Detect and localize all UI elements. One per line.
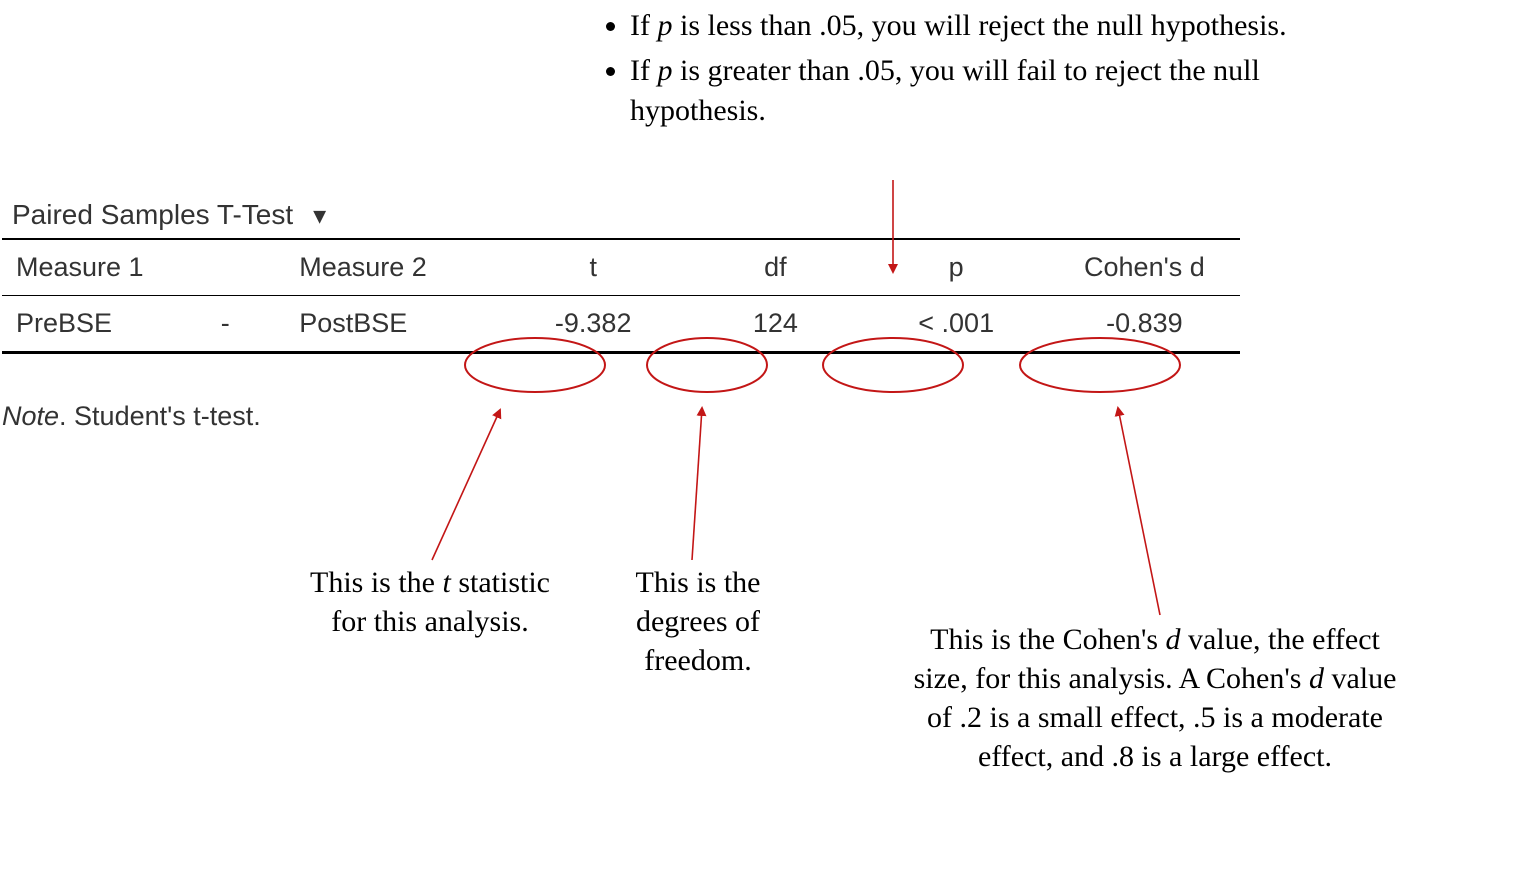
table-header-row: Measure 1 Measure 2 t df p Cohen's d (2, 239, 1240, 296)
header-cohend: Cohen's d (1045, 239, 1240, 296)
cell-dash: - (207, 296, 285, 353)
annotation-degrees-of-freedom: This is the degrees of freedom. (593, 563, 803, 680)
header-t: t (499, 239, 683, 296)
annotation-t-statistic: This is the t statistic for this analysi… (300, 563, 560, 641)
p-value-rules: If p is less than .05, you will reject t… (590, 6, 1290, 136)
cell-p: < .001 (864, 296, 1045, 353)
table-row: PreBSE - PostBSE -9.382 124 < .001 -0.83… (2, 296, 1240, 353)
results-table: Measure 1 Measure 2 t df p Cohen's d Pre… (2, 238, 1240, 354)
header-measure2: Measure 2 (285, 239, 499, 296)
header-p: p (864, 239, 1045, 296)
annotation-cohens-d: This is the Cohen's d value, the effect … (910, 620, 1400, 776)
cell-measure2: PostBSE (285, 296, 499, 353)
cell-df: 124 (683, 296, 863, 353)
cell-measure1: PreBSE (2, 296, 207, 353)
rule-fail-to-reject: If p is greater than .05, you will fail … (630, 51, 1290, 132)
rule-reject: If p is less than .05, you will reject t… (630, 6, 1290, 47)
dropdown-icon: ▼ (309, 204, 331, 229)
header-measure1: Measure 1 (2, 239, 207, 296)
cell-cohend: -0.839 (1045, 296, 1240, 353)
arrow-to-df-value (692, 408, 702, 560)
table-note: Note. Student's t-test. (2, 401, 261, 432)
arrow-to-t-value (432, 410, 500, 560)
header-df: df (683, 239, 863, 296)
table-title: Paired Samples T-Test ▼ (12, 199, 331, 231)
arrow-to-cohensd-value (1118, 408, 1160, 615)
cell-t: -9.382 (499, 296, 683, 353)
